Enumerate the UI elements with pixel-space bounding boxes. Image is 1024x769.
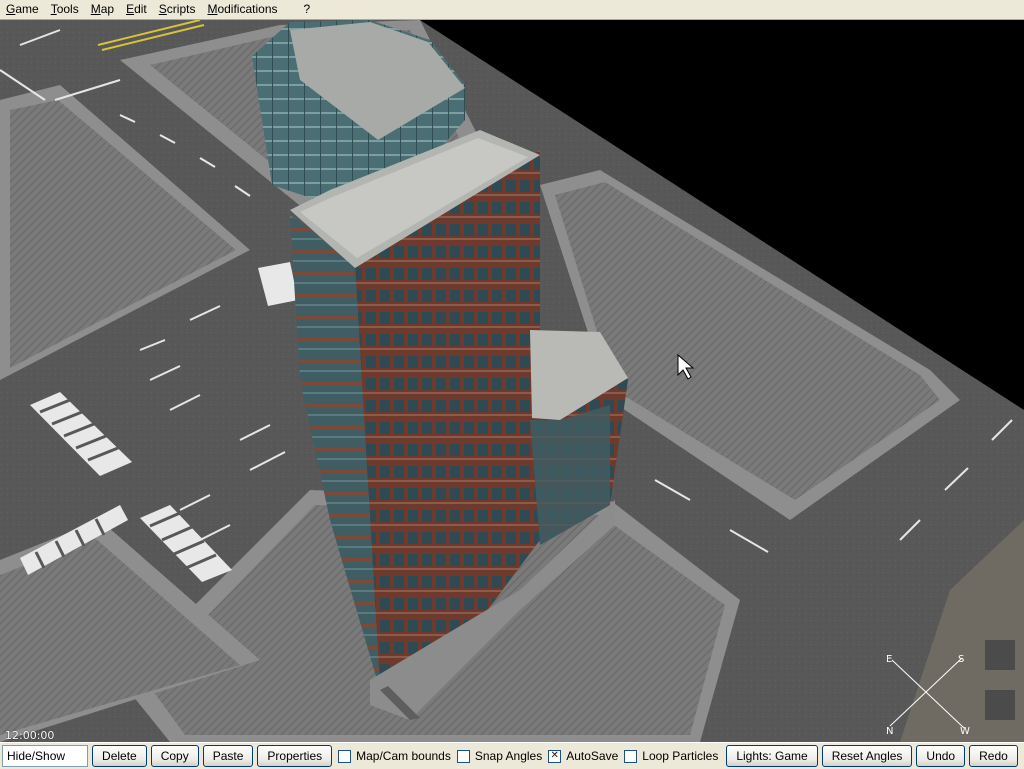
lights-button[interactable]: Lights: Game bbox=[726, 745, 818, 767]
compass-rose: E S N W bbox=[886, 654, 970, 737]
menu-edit[interactable]: Edit bbox=[120, 0, 153, 19]
hide-show-button[interactable]: Hide/Show bbox=[2, 745, 89, 767]
redo-button[interactable]: Redo bbox=[969, 745, 1018, 767]
menu-help[interactable]: ? bbox=[298, 0, 317, 19]
autosave-label: AutoSave bbox=[566, 749, 619, 763]
autosave-checkbox[interactable]: ✕ bbox=[548, 749, 562, 763]
map-viewport[interactable]: E S N W bbox=[0, 20, 1024, 742]
loop-particles-checkbox[interactable] bbox=[624, 749, 638, 763]
menu-game[interactable]: Game bbox=[0, 0, 45, 19]
game-clock: 12:00:00 bbox=[5, 729, 55, 742]
compass-e-label: E bbox=[886, 654, 892, 665]
properties-button[interactable]: Properties bbox=[257, 745, 333, 767]
menu-map[interactable]: Map bbox=[85, 0, 120, 19]
loop-particles-label: Loop Particles bbox=[642, 749, 719, 763]
map-cam-bounds-toggle[interactable]: Map/Cam bounds bbox=[338, 749, 451, 763]
undo-button[interactable]: Undo bbox=[916, 745, 966, 767]
loop-particles-toggle[interactable]: Loop Particles bbox=[624, 749, 718, 763]
compass-n-label: N bbox=[886, 726, 893, 737]
map-cam-bounds-label: Map/Cam bounds bbox=[356, 749, 451, 763]
paste-button[interactable]: Paste bbox=[202, 745, 254, 767]
autosave-toggle[interactable]: ✕ AutoSave bbox=[548, 749, 618, 763]
compass-w-label: W bbox=[960, 726, 970, 737]
menu-modifications[interactable]: Modifications bbox=[201, 0, 283, 19]
snap-angles-checkbox[interactable] bbox=[456, 749, 470, 763]
menu-bar: Game Tools Map Edit Scripts Modification… bbox=[0, 0, 1024, 20]
snap-angles-toggle[interactable]: Snap Angles bbox=[456, 749, 543, 763]
menu-tools[interactable]: Tools bbox=[45, 0, 85, 19]
compass-s-label: S bbox=[958, 654, 964, 665]
map-cam-bounds-checkbox[interactable] bbox=[338, 749, 352, 763]
bottom-toolbar: Hide/Show Delete Copy Paste Properties M… bbox=[0, 742, 1024, 769]
scene-render bbox=[0, 20, 1024, 742]
menu-scripts[interactable]: Scripts bbox=[153, 0, 202, 19]
reset-angles-button[interactable]: Reset Angles bbox=[821, 745, 913, 767]
copy-button[interactable]: Copy bbox=[150, 745, 199, 767]
delete-button[interactable]: Delete bbox=[92, 745, 147, 767]
snap-angles-label: Snap Angles bbox=[474, 749, 543, 763]
